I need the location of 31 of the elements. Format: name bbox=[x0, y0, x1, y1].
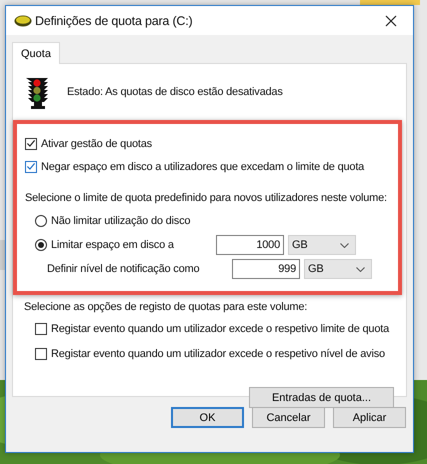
dialog-button[interactable]: Cancelar bbox=[252, 407, 325, 428]
status-text: Estado: As quotas de disco estão desativadas bbox=[67, 86, 283, 98]
radio-label: Limitar espaço em disco a bbox=[51, 239, 174, 251]
field-label: Definir nível de notificação como bbox=[47, 263, 200, 275]
radio-label: Não limitar utilização do disco bbox=[51, 215, 190, 227]
checkbox-label: Registar evento quando um utilizador excede o respetivo limite de quota bbox=[51, 322, 390, 334]
window-title: Definições de quota para (C:) bbox=[35, 14, 194, 28]
chevron-down-icon bbox=[340, 242, 349, 248]
checkbox-label: Registar evento quando um utilizador excede o respetivo nível de aviso bbox=[51, 348, 385, 360]
unit-dropdown[interactable]: GB bbox=[304, 259, 372, 279]
input-field[interactable]: 1000 bbox=[216, 235, 284, 255]
radio-button[interactable] bbox=[35, 215, 47, 227]
checkbox[interactable] bbox=[35, 322, 47, 334]
checkbox[interactable] bbox=[25, 138, 37, 150]
checkbox[interactable] bbox=[35, 348, 47, 360]
tab[interactable]: Quota bbox=[12, 42, 60, 64]
dialog-button[interactable]: OK bbox=[171, 407, 244, 428]
checkbox-label: Ativar gestão de quotas bbox=[41, 138, 152, 150]
prompt-text: Selecione o limite de quota predefinido para novos utilizadores neste volume: bbox=[25, 191, 388, 206]
radio-button[interactable] bbox=[35, 239, 47, 251]
traffic-light-icon bbox=[24, 75, 50, 109]
checkbox[interactable] bbox=[25, 160, 37, 172]
disk-icon bbox=[14, 14, 32, 26]
input-field[interactable]: 999 bbox=[232, 259, 300, 279]
prompt-text: Selecione as opções de registo de quotas para este volume: bbox=[23, 300, 308, 315]
quota-entries-button[interactable]: Entradas de quota... bbox=[249, 387, 394, 408]
checkbox-label: Negar espaço em disco a utilizadores que excedam o limite de quota bbox=[41, 160, 364, 172]
dialog-button[interactable]: Aplicar bbox=[333, 407, 406, 428]
close-icon bbox=[385, 14, 397, 26]
chevron-down-icon bbox=[356, 266, 365, 272]
unit-dropdown[interactable]: GB bbox=[288, 235, 356, 255]
